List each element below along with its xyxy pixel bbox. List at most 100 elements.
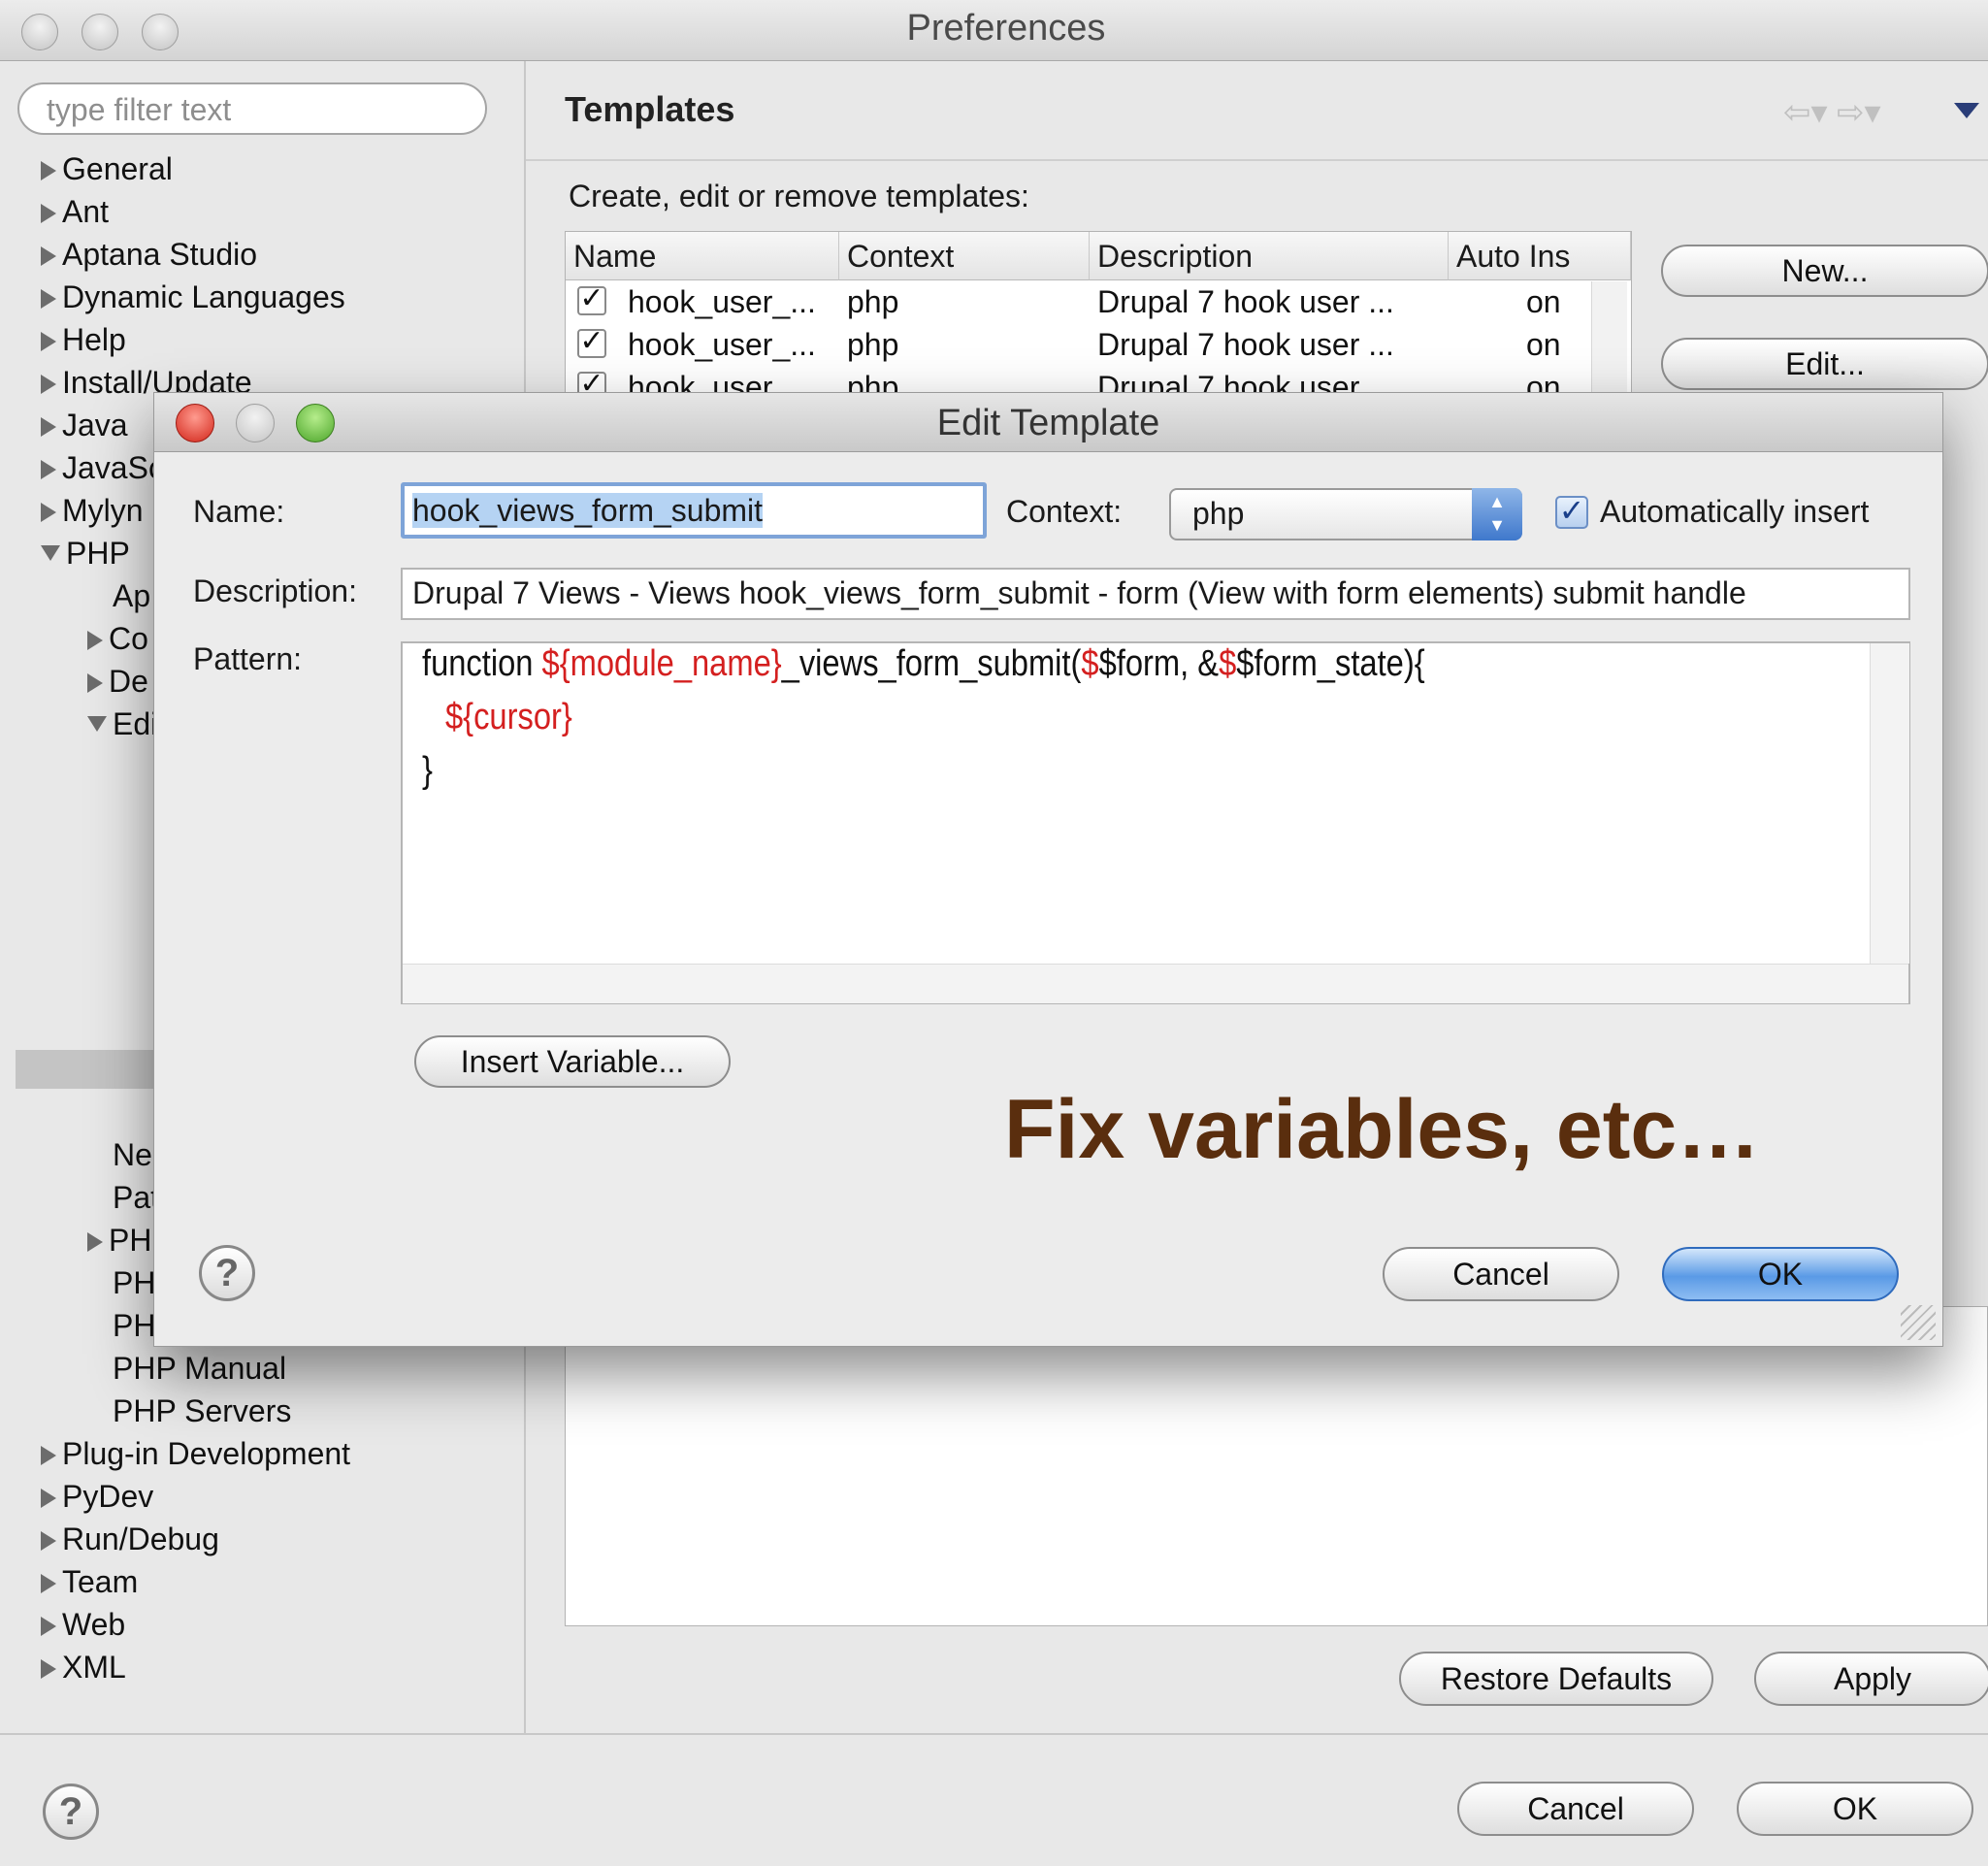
expand-arrow-icon[interactable] [87,673,103,693]
window-title: Preferences [906,8,1106,49]
table-cell-description: Drupal 7 hook user ... [1097,284,1394,319]
description-input[interactable]: Drupal 7 Views - Views hook_views_form_s… [401,568,1910,620]
expand-arrow-icon[interactable] [41,503,56,522]
tree-item-xml[interactable]: XML [41,1646,126,1688]
table-cell-auto: on [1526,327,1561,362]
tree-item-javascript[interactable]: JavaSc [41,446,164,489]
tree-item-general[interactable]: General [41,147,173,190]
column-header-description[interactable]: Description [1090,232,1449,280]
tree-horizontal-scrollbar[interactable] [16,1050,167,1089]
tree-item-ant[interactable]: Ant [41,190,109,233]
row-checkbox[interactable]: ✓ [577,284,606,315]
restore-defaults-button[interactable]: Restore Defaults [1399,1652,1713,1706]
context-select-value: php [1192,496,1245,531]
expand-arrow-icon[interactable] [87,1232,103,1252]
resize-grip-icon[interactable] [1901,1305,1936,1340]
name-input-value: hook_views_form_submit [412,493,764,528]
tree-item-php-child[interactable]: PH [113,1261,155,1304]
tree-item-php-child[interactable]: PH [113,1304,155,1347]
tree-item-aptana-studio[interactable]: Aptana Studio [41,233,257,276]
tree-item-run-debug[interactable]: Run/Debug [41,1518,219,1560]
annotation-overlay-text: Fix variables, etc… [1004,1083,1761,1176]
tree-item-mylyn[interactable]: Mylyn [41,489,144,532]
header-divider [526,159,1988,161]
tree-item-php-child[interactable]: Pat [113,1176,159,1219]
tree-item-php-child[interactable]: Ne [113,1133,152,1176]
insert-variable-button[interactable]: Insert Variable... [414,1035,731,1088]
tree-item-help[interactable]: Help [41,318,126,361]
expand-arrow-icon[interactable] [41,1531,56,1551]
expand-arrow-icon[interactable] [41,1446,56,1465]
help-icon[interactable]: ? [43,1784,99,1840]
expand-arrow-icon[interactable] [41,332,56,351]
pattern-line-1: function ${module_name}_views_form_submi… [422,643,1425,684]
preferences-ok-button[interactable]: OK [1737,1782,1973,1836]
expand-arrow-icon[interactable] [41,1574,56,1593]
pattern-horizontal-scrollbar[interactable] [403,964,1908,1003]
expand-arrow-icon[interactable] [41,289,56,309]
table-cell-context: php [847,327,899,362]
select-arrows-icon[interactable]: ▲ ▼ [1472,488,1522,540]
pattern-line-2-cursor-variable: ${cursor} [445,697,572,737]
expand-arrow-icon[interactable] [41,246,56,266]
column-header-auto-insert[interactable]: Auto Ins [1449,232,1631,280]
tree-item-php-child[interactable]: Co [87,617,148,660]
window-titlebar: Preferences [0,0,1988,61]
tree-item-java[interactable]: Java [41,404,128,446]
tree-item-php-manual[interactable]: PHP Manual [113,1347,286,1390]
apply-button[interactable]: Apply [1754,1652,1988,1706]
tree-item-php[interactable]: PHP [41,532,130,574]
table-cell-name[interactable]: hook_user_... [628,323,837,366]
templates-intro-text: Create, edit or remove templates: [569,179,1029,213]
tree-item-web[interactable]: Web [41,1603,125,1646]
dialog-help-icon[interactable]: ? [199,1245,255,1301]
dialog-title: Edit Template [936,403,1160,443]
tree-item-team[interactable]: Team [41,1560,138,1603]
pattern-line-3: } [422,750,433,791]
new-template-button[interactable]: New... [1661,245,1988,297]
expand-arrow-icon[interactable] [41,1659,56,1679]
tree-item-editor[interactable]: Edi [87,703,157,745]
expand-arrow-icon[interactable] [41,161,56,180]
name-label: Name: [193,494,285,529]
tree-item-php-servers[interactable]: PHP Servers [113,1390,291,1432]
tree-item-pydev[interactable]: PyDev [41,1475,153,1518]
collapse-arrow-icon[interactable] [41,545,60,561]
context-label: Context: [1006,494,1123,529]
row-checkbox[interactable]: ✓ [577,327,606,358]
edit-template-button[interactable]: Edit... [1661,338,1988,390]
page-title: Templates [565,89,735,129]
tree-item-php-child[interactable]: PH [87,1219,151,1261]
tree-item-dynamic-languages[interactable]: Dynamic Languages [41,276,345,318]
collapse-arrow-icon[interactable] [87,716,107,732]
view-menu-icon[interactable] [1954,103,1979,118]
column-header-name[interactable]: Name [566,232,839,280]
auto-insert-checkbox[interactable]: ✓ [1555,495,1588,529]
dialog-ok-button[interactable]: OK [1662,1247,1899,1301]
expand-arrow-icon[interactable] [41,1489,56,1508]
footer-divider [0,1733,1988,1735]
filter-input[interactable]: type filter text [17,82,487,135]
tree-item-plugin-development[interactable]: Plug-in Development [41,1432,350,1475]
expand-arrow-icon[interactable] [41,375,56,394]
tree-item-php-child[interactable]: Ap [113,574,150,617]
expand-arrow-icon[interactable] [87,631,103,650]
pattern-vertical-scrollbar[interactable] [1870,643,1909,964]
expand-arrow-icon[interactable] [41,204,56,223]
context-select[interactable]: php ▲ ▼ [1169,488,1522,540]
tree-item-php-child[interactable]: De [87,660,148,703]
template-name-input[interactable]: hook_views_form_submit [401,482,987,539]
table-cell-name[interactable]: hook_user_... [628,280,837,323]
preferences-cancel-button[interactable]: Cancel [1457,1782,1694,1836]
expand-arrow-icon[interactable] [41,1617,56,1636]
template-preview-area [565,1306,1988,1626]
pattern-editor[interactable]: function ${module_name}_views_form_submi… [401,641,1910,1176]
column-header-context[interactable]: Context [839,232,1090,280]
dialog-cancel-button[interactable]: Cancel [1383,1247,1619,1301]
nav-back-forward-icons[interactable]: ⇦▾ ⇨▾ [1783,93,1881,132]
expand-arrow-icon[interactable] [41,417,56,437]
expand-arrow-icon[interactable] [41,460,56,479]
table-cell-auto: on [1526,284,1561,319]
description-label: Description: [193,573,357,608]
table-vertical-scrollbar[interactable] [1591,281,1627,398]
